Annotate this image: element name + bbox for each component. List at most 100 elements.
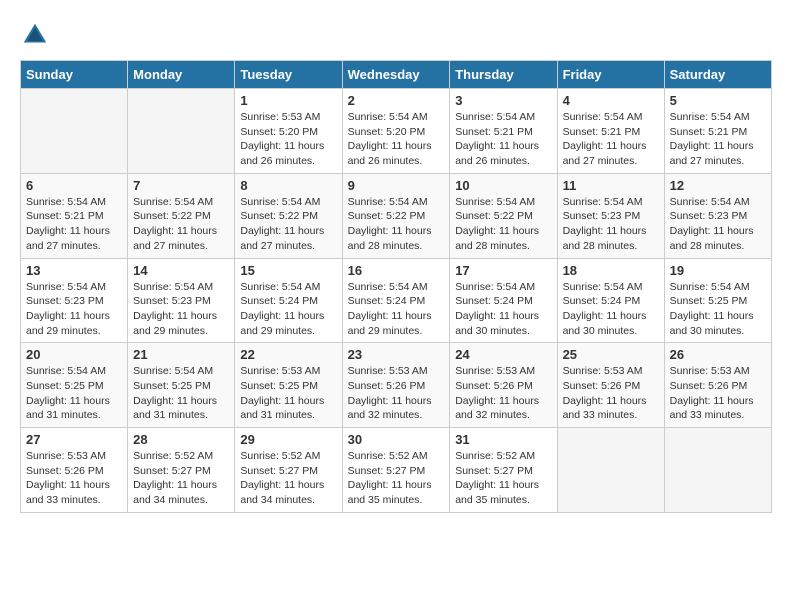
day-number: 3 bbox=[455, 93, 551, 108]
calendar-cell: 30 Sunrise: 5:52 AMSunset: 5:27 PMDayligh… bbox=[342, 428, 450, 513]
day-number: 24 bbox=[455, 347, 551, 362]
day-info: Sunrise: 5:54 AMSunset: 5:25 PMDaylight:… bbox=[670, 280, 766, 339]
day-info: Sunrise: 5:54 AMSunset: 5:21 PMDaylight:… bbox=[563, 110, 659, 169]
day-info: Sunrise: 5:53 AMSunset: 5:26 PMDaylight:… bbox=[455, 364, 551, 423]
calendar-cell: 28 Sunrise: 5:52 AMSunset: 5:27 PMDayligh… bbox=[128, 428, 235, 513]
day-number: 21 bbox=[133, 347, 229, 362]
calendar-cell: 12 Sunrise: 5:54 AMSunset: 5:23 PMDayligh… bbox=[664, 173, 771, 258]
calendar-cell: 18 Sunrise: 5:54 AMSunset: 5:24 PMDayligh… bbox=[557, 258, 664, 343]
day-info: Sunrise: 5:53 AMSunset: 5:25 PMDaylight:… bbox=[240, 364, 336, 423]
day-number: 23 bbox=[348, 347, 445, 362]
day-of-week-header: Saturday bbox=[664, 61, 771, 89]
day-of-week-header: Friday bbox=[557, 61, 664, 89]
day-of-week-header: Sunday bbox=[21, 61, 128, 89]
day-number: 28 bbox=[133, 432, 229, 447]
day-number: 8 bbox=[240, 178, 336, 193]
day-info: Sunrise: 5:54 AMSunset: 5:24 PMDaylight:… bbox=[563, 280, 659, 339]
day-info: Sunrise: 5:54 AMSunset: 5:25 PMDaylight:… bbox=[133, 364, 229, 423]
calendar-week-row: 6Sunrise: 5:54 AMSunset: 5:21 PMDaylight… bbox=[21, 173, 772, 258]
calendar-cell: 20Sunrise: 5:54 AMSunset: 5:25 PMDayligh… bbox=[21, 343, 128, 428]
calendar-cell: 11 Sunrise: 5:54 AMSunset: 5:23 PMDayligh… bbox=[557, 173, 664, 258]
day-of-week-header: Monday bbox=[128, 61, 235, 89]
day-number: 22 bbox=[240, 347, 336, 362]
day-info: Sunrise: 5:53 AMSunset: 5:26 PMDaylight:… bbox=[563, 364, 659, 423]
calendar-cell: 31Sunrise: 5:52 AMSunset: 5:27 PMDayligh… bbox=[450, 428, 557, 513]
calendar-cell: 25 Sunrise: 5:53 AMSunset: 5:26 PMDayligh… bbox=[557, 343, 664, 428]
calendar-cell: 16 Sunrise: 5:54 AMSunset: 5:24 PMDayligh… bbox=[342, 258, 450, 343]
day-number: 5 bbox=[670, 93, 766, 108]
calendar-cell bbox=[557, 428, 664, 513]
day-number: 13 bbox=[26, 263, 122, 278]
day-number: 25 bbox=[563, 347, 659, 362]
day-info: Sunrise: 5:54 AMSunset: 5:24 PMDaylight:… bbox=[455, 280, 551, 339]
day-info: Sunrise: 5:54 AMSunset: 5:21 PMDaylight:… bbox=[455, 110, 551, 169]
day-number: 17 bbox=[455, 263, 551, 278]
day-info: Sunrise: 5:54 AMSunset: 5:20 PMDaylight:… bbox=[348, 110, 445, 169]
day-number: 16 bbox=[348, 263, 445, 278]
calendar-cell: 4 Sunrise: 5:54 AMSunset: 5:21 PMDaylight… bbox=[557, 89, 664, 174]
day-number: 11 bbox=[563, 178, 659, 193]
calendar-cell: 23 Sunrise: 5:53 AMSunset: 5:26 PMDayligh… bbox=[342, 343, 450, 428]
day-info: Sunrise: 5:54 AMSunset: 5:25 PMDaylight:… bbox=[26, 364, 122, 423]
day-number: 14 bbox=[133, 263, 229, 278]
day-info: Sunrise: 5:54 AMSunset: 5:22 PMDaylight:… bbox=[133, 195, 229, 254]
logo-icon bbox=[20, 20, 50, 50]
calendar-cell: 8 Sunrise: 5:54 AMSunset: 5:22 PMDaylight… bbox=[235, 173, 342, 258]
day-number: 15 bbox=[240, 263, 336, 278]
page-header bbox=[20, 20, 772, 50]
calendar-cell: 6Sunrise: 5:54 AMSunset: 5:21 PMDaylight… bbox=[21, 173, 128, 258]
day-info: Sunrise: 5:54 AMSunset: 5:24 PMDaylight:… bbox=[348, 280, 445, 339]
calendar-cell: 9 Sunrise: 5:54 AMSunset: 5:22 PMDaylight… bbox=[342, 173, 450, 258]
day-info: Sunrise: 5:54 AMSunset: 5:23 PMDaylight:… bbox=[670, 195, 766, 254]
day-info: Sunrise: 5:54 AMSunset: 5:21 PMDaylight:… bbox=[670, 110, 766, 169]
calendar-cell bbox=[128, 89, 235, 174]
day-of-week-header: Wednesday bbox=[342, 61, 450, 89]
calendar-cell: 24 Sunrise: 5:53 AMSunset: 5:26 PMDayligh… bbox=[450, 343, 557, 428]
calendar-cell: 26 Sunrise: 5:53 AMSunset: 5:26 PMDayligh… bbox=[664, 343, 771, 428]
day-info: Sunrise: 5:52 AMSunset: 5:27 PMDaylight:… bbox=[133, 449, 229, 508]
day-info: Sunrise: 5:54 AMSunset: 5:23 PMDaylight:… bbox=[563, 195, 659, 254]
day-number: 29 bbox=[240, 432, 336, 447]
day-info: Sunrise: 5:54 AMSunset: 5:23 PMDaylight:… bbox=[133, 280, 229, 339]
calendar-cell: 15 Sunrise: 5:54 AMSunset: 5:24 PMDayligh… bbox=[235, 258, 342, 343]
day-info: Sunrise: 5:53 AMSunset: 5:26 PMDaylight:… bbox=[670, 364, 766, 423]
calendar-header-row: SundayMondayTuesdayWednesdayThursdayFrid… bbox=[21, 61, 772, 89]
day-info: Sunrise: 5:54 AMSunset: 5:23 PMDaylight:… bbox=[26, 280, 122, 339]
day-info: Sunrise: 5:54 AMSunset: 5:22 PMDaylight:… bbox=[348, 195, 445, 254]
day-info: Sunrise: 5:54 AMSunset: 5:24 PMDaylight:… bbox=[240, 280, 336, 339]
day-info: Sunrise: 5:52 AMSunset: 5:27 PMDaylight:… bbox=[348, 449, 445, 508]
calendar-cell: 10Sunrise: 5:54 AMSunset: 5:22 PMDayligh… bbox=[450, 173, 557, 258]
calendar-week-row: 27Sunrise: 5:53 AMSunset: 5:26 PMDayligh… bbox=[21, 428, 772, 513]
day-of-week-header: Thursday bbox=[450, 61, 557, 89]
day-info: Sunrise: 5:53 AMSunset: 5:26 PMDaylight:… bbox=[348, 364, 445, 423]
logo bbox=[20, 20, 55, 50]
day-number: 26 bbox=[670, 347, 766, 362]
calendar-cell bbox=[21, 89, 128, 174]
calendar-cell: 2 Sunrise: 5:54 AMSunset: 5:20 PMDaylight… bbox=[342, 89, 450, 174]
day-info: Sunrise: 5:54 AMSunset: 5:22 PMDaylight:… bbox=[240, 195, 336, 254]
calendar-week-row: 13 Sunrise: 5:54 AMSunset: 5:23 PMDayligh… bbox=[21, 258, 772, 343]
day-info: Sunrise: 5:54 AMSunset: 5:22 PMDaylight:… bbox=[455, 195, 551, 254]
calendar-cell: 7 Sunrise: 5:54 AMSunset: 5:22 PMDaylight… bbox=[128, 173, 235, 258]
day-number: 2 bbox=[348, 93, 445, 108]
calendar-week-row: 1Sunrise: 5:53 AMSunset: 5:20 PMDaylight… bbox=[21, 89, 772, 174]
day-number: 30 bbox=[348, 432, 445, 447]
calendar-cell: 3 Sunrise: 5:54 AMSunset: 5:21 PMDaylight… bbox=[450, 89, 557, 174]
calendar-cell: 22 Sunrise: 5:53 AMSunset: 5:25 PMDayligh… bbox=[235, 343, 342, 428]
day-info: Sunrise: 5:53 AMSunset: 5:20 PMDaylight:… bbox=[240, 110, 336, 169]
calendar-cell: 19Sunrise: 5:54 AMSunset: 5:25 PMDayligh… bbox=[664, 258, 771, 343]
day-of-week-header: Tuesday bbox=[235, 61, 342, 89]
calendar-cell: 14 Sunrise: 5:54 AMSunset: 5:23 PMDayligh… bbox=[128, 258, 235, 343]
calendar-cell: 17 Sunrise: 5:54 AMSunset: 5:24 PMDayligh… bbox=[450, 258, 557, 343]
day-number: 12 bbox=[670, 178, 766, 193]
day-number: 18 bbox=[563, 263, 659, 278]
calendar-cell: 21 Sunrise: 5:54 AMSunset: 5:25 PMDayligh… bbox=[128, 343, 235, 428]
calendar-cell: 5 Sunrise: 5:54 AMSunset: 5:21 PMDaylight… bbox=[664, 89, 771, 174]
day-number: 4 bbox=[563, 93, 659, 108]
calendar-cell: 29Sunrise: 5:52 AMSunset: 5:27 PMDayligh… bbox=[235, 428, 342, 513]
day-info: Sunrise: 5:52 AMSunset: 5:27 PMDaylight:… bbox=[455, 449, 551, 508]
day-info: Sunrise: 5:53 AMSunset: 5:26 PMDaylight:… bbox=[26, 449, 122, 508]
day-number: 7 bbox=[133, 178, 229, 193]
day-number: 6 bbox=[26, 178, 122, 193]
day-number: 9 bbox=[348, 178, 445, 193]
